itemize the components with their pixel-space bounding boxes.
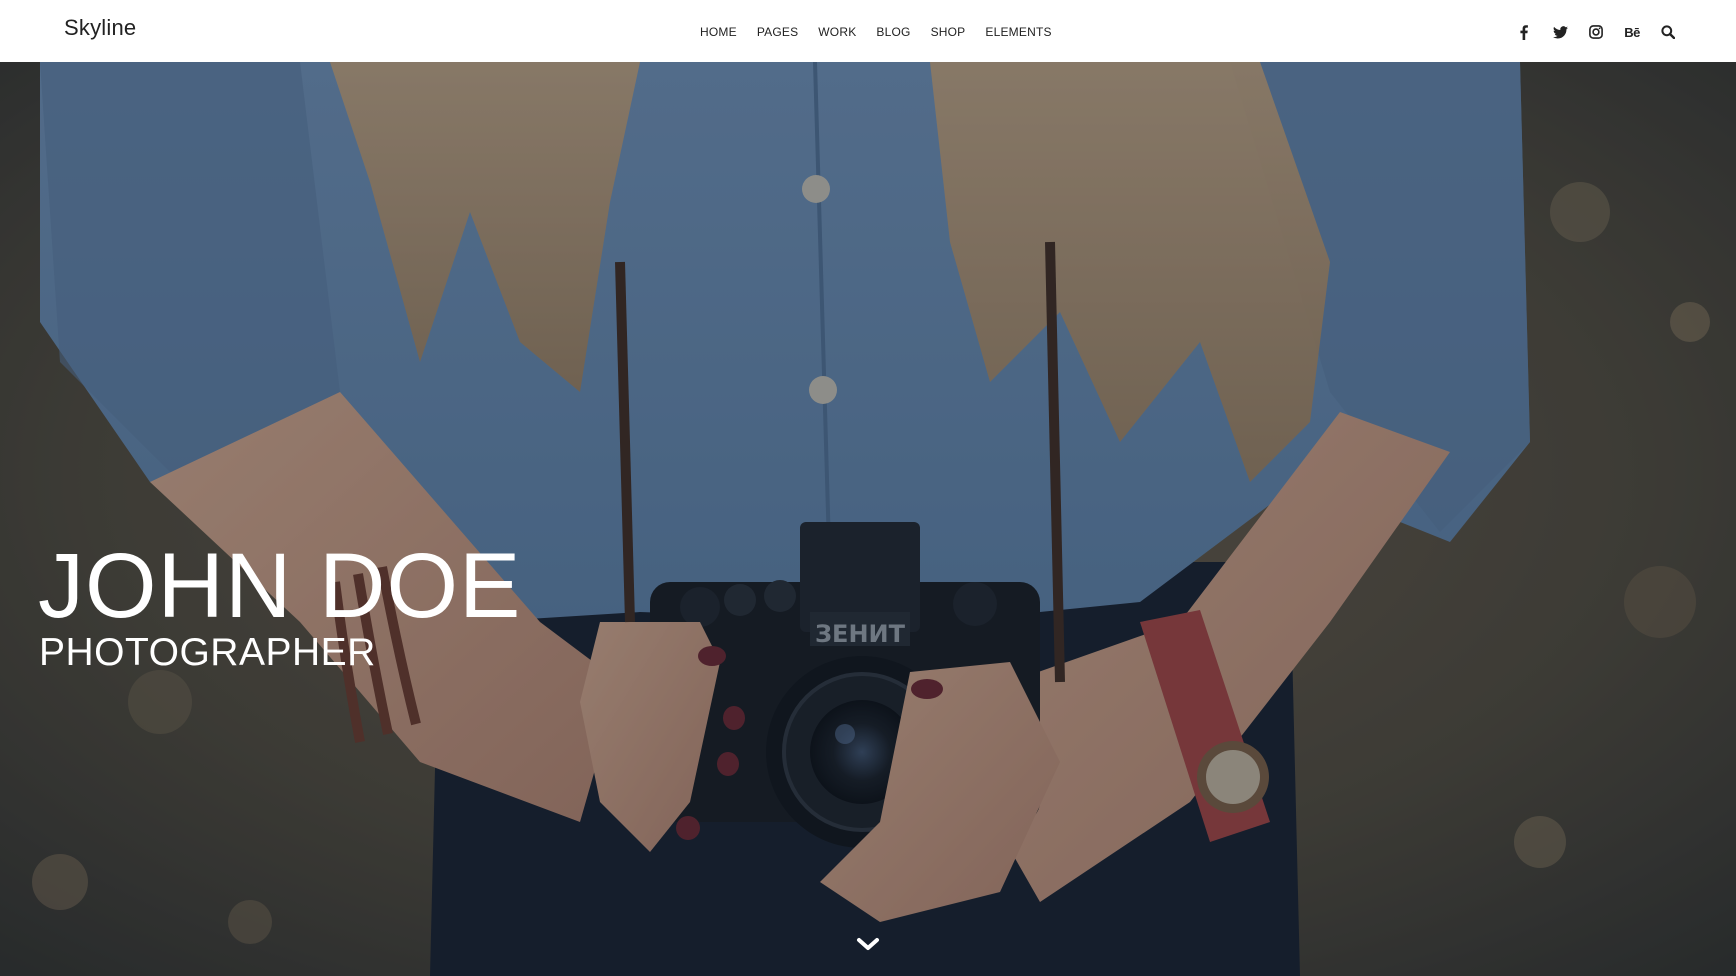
nav-item-work: WORK [808,24,866,40]
behance-icon[interactable]: Bē [1622,22,1642,42]
facebook-icon[interactable] [1514,22,1534,42]
nav-item-home: HOME [690,24,747,40]
site-header: Skyline HOME PAGES WORK BLOG SHOP ELEMEN… [0,0,1736,62]
nav-link-blog[interactable]: BLOG [866,24,920,40]
nav-link-pages[interactable]: PAGES [747,24,808,40]
instagram-icon[interactable] [1586,22,1606,42]
nav-link-home[interactable]: HOME [690,24,747,40]
nav-link-shop[interactable]: SHOP [921,24,976,40]
main-nav: HOME PAGES WORK BLOG SHOP ELEMENTS [690,24,1062,40]
hero-section: ЗЕНИТ JOHN DOE PHOTOGRAPHER [0,62,1736,976]
nav-item-pages: PAGES [747,24,808,40]
twitter-icon[interactable] [1550,22,1570,42]
nav-link-elements[interactable]: ELEMENTS [975,24,1061,40]
search-icon[interactable] [1658,22,1678,42]
social-links: Bē [1498,22,1678,42]
hero-subtitle: PHOTOGRAPHER [39,631,376,674]
nav-item-blog: BLOG [866,24,920,40]
nav-link-work[interactable]: WORK [808,24,866,40]
chevron-down-icon[interactable] [856,936,880,952]
nav-item-elements: ELEMENTS [975,24,1061,40]
nav-item-shop: SHOP [921,24,976,40]
behance-icon-label: Bē [1624,24,1640,40]
hero-photo: ЗЕНИТ [0,62,1736,976]
site-logo[interactable]: Skyline [64,15,136,41]
hero-title: JOHN DOE [38,535,522,637]
